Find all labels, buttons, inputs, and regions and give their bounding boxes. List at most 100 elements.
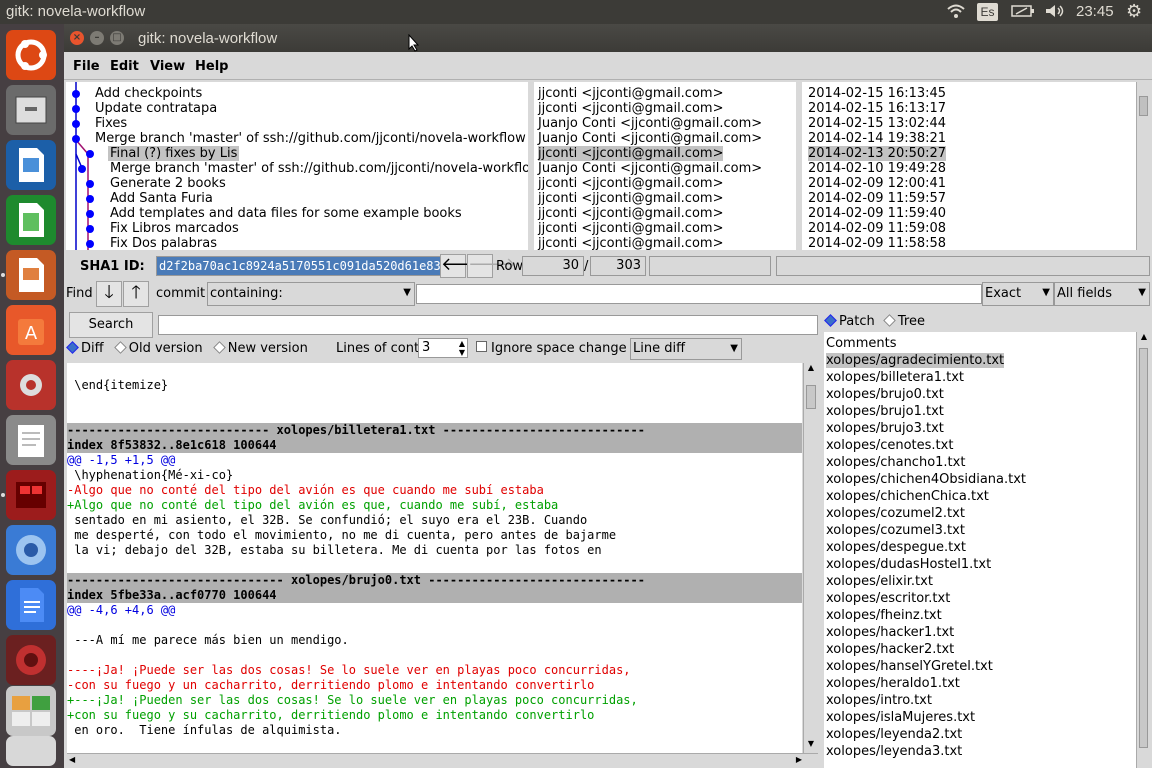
tree-radio[interactable]: Tree <box>882 314 925 329</box>
match-mode-dropdown[interactable]: Exact ▼ <box>982 282 1054 306</box>
file-list-item[interactable]: xolopes/hacker1.txt <box>826 624 1136 641</box>
find-up-arrow-button[interactable]: 🡑 <box>123 281 149 307</box>
search-button[interactable]: Search <box>69 312 153 338</box>
diff-mode-dropdown[interactable]: Line diff ▼ <box>630 338 742 360</box>
file-list-item[interactable]: xolopes/hacker2.txt <box>826 641 1136 658</box>
date-row[interactable]: 2014-02-15 13:02:44 <box>808 116 1136 131</box>
menu-file[interactable]: File <box>73 59 100 74</box>
volume-icon[interactable] <box>1044 2 1066 24</box>
wifi-icon[interactable] <box>946 2 966 24</box>
file-list-item[interactable]: xolopes/billetera1.txt <box>826 369 1136 386</box>
diff-radio[interactable]: Diff <box>66 341 104 356</box>
scroll-down-icon[interactable]: ▼ <box>805 739 817 753</box>
file-list-item[interactable]: xolopes/chancho1.txt <box>826 454 1136 471</box>
text-editor-icon[interactable] <box>6 415 56 465</box>
file-list-item[interactable]: xolopes/cenotes.txt <box>826 437 1136 454</box>
software-center-icon[interactable]: A <box>6 305 56 355</box>
find-down-arrow-button[interactable]: 🡓 <box>96 281 122 307</box>
file-list-item[interactable]: xolopes/chichenChica.txt <box>826 488 1136 505</box>
file-list-scrollbar[interactable]: ▲ <box>1136 332 1150 768</box>
new-version-radio[interactable]: New version <box>212 341 308 356</box>
find-type-dropdown[interactable]: containing: ▼ <box>207 282 415 306</box>
date-row[interactable]: 2014-02-13 20:50:27 <box>808 146 1136 161</box>
comments-item[interactable]: Comments <box>826 335 1136 352</box>
scroll-up-icon[interactable]: ▲ <box>805 363 817 377</box>
date-row[interactable]: 2014-02-09 11:58:58 <box>808 236 1136 250</box>
system-settings-icon[interactable] <box>6 360 56 410</box>
docs-icon[interactable] <box>6 580 56 630</box>
author-row[interactable]: Juanjo Conti <jjconti@gmail.com> <box>538 131 796 146</box>
author-row[interactable]: jjconti <jjconti@gmail.com> <box>538 236 796 250</box>
file-list-item[interactable]: xolopes/cozumel3.txt <box>826 522 1136 539</box>
date-row[interactable]: 2014-02-09 11:59:57 <box>808 191 1136 206</box>
author-row[interactable]: Juanjo Conti <jjconti@gmail.com> <box>538 116 796 131</box>
menu-help[interactable]: Help <box>195 59 228 74</box>
commit-row[interactable]: Merge branch 'master' of ssh://github.co… <box>66 131 528 146</box>
file-list-item[interactable]: xolopes/leyenda2.txt <box>826 726 1136 743</box>
file-list-item[interactable]: xolopes/brujo0.txt <box>826 386 1136 403</box>
file-list-item[interactable]: xolopes/brujo1.txt <box>826 403 1136 420</box>
find-input[interactable] <box>416 284 982 304</box>
commit-row[interactable]: Add checkpoints <box>66 86 528 101</box>
commit-row[interactable]: Add Santa Furia <box>66 191 528 206</box>
chromium-icon[interactable] <box>6 525 56 575</box>
context-spinbox[interactable]: 3 ▲ ▼ <box>418 338 468 358</box>
commit-row[interactable]: Add templates and data files for some ex… <box>66 206 528 221</box>
file-list-item[interactable]: xolopes/heraldo1.txt <box>826 675 1136 692</box>
ignore-space-checkbox[interactable] <box>476 341 487 352</box>
forward-arrow-button[interactable]: 🡒 <box>467 254 516 278</box>
date-row[interactable]: 2014-02-09 12:00:41 <box>808 176 1136 191</box>
clock[interactable]: 23:45 <box>1076 3 1114 20</box>
file-list-item[interactable]: xolopes/escritor.txt <box>826 590 1136 607</box>
battery-icon[interactable] <box>1011 2 1035 24</box>
fields-dropdown[interactable]: All fields ▼ <box>1054 282 1150 306</box>
commit-row[interactable]: Merge branch 'master' of ssh://github.co… <box>66 161 528 176</box>
search-input[interactable] <box>158 315 818 335</box>
scroll-left-icon[interactable]: ◀ <box>69 755 75 764</box>
author-row[interactable]: jjconti <jjconti@gmail.com> <box>538 101 796 116</box>
maximize-icon[interactable]: □ <box>110 31 124 45</box>
commit-row[interactable]: Fix Libros marcados <box>66 221 528 236</box>
commit-row[interactable]: Generate 2 books <box>66 176 528 191</box>
old-version-radio[interactable]: Old version <box>113 341 203 356</box>
file-list-item[interactable]: xolopes/cozumel2.txt <box>826 505 1136 522</box>
calc-icon[interactable] <box>6 195 56 245</box>
file-list-item[interactable]: xolopes/hanselYGretel.txt <box>826 658 1136 675</box>
author-row[interactable]: jjconti <jjconti@gmail.com> <box>538 86 796 101</box>
scroll-up-icon[interactable]: ▲ <box>1138 332 1150 346</box>
file-list-item[interactable]: xolopes/elixir.txt <box>826 573 1136 590</box>
diff-scroll-thumb[interactable] <box>806 385 816 409</box>
writer-icon[interactable] <box>6 140 56 190</box>
commit-row[interactable]: Fixes <box>66 116 528 131</box>
file-list-item[interactable]: xolopes/intro.txt <box>826 692 1136 709</box>
scroll-right-icon[interactable]: ▶ <box>796 755 802 764</box>
commit-row[interactable]: Update contratapa <box>66 101 528 116</box>
file-list-item[interactable]: xolopes/dudasHostel1.txt <box>826 556 1136 573</box>
author-row[interactable]: jjconti <jjconti@gmail.com> <box>538 206 796 221</box>
diff-scrollbar[interactable]: ▲ ▼ <box>803 363 818 753</box>
author-row[interactable]: Juanjo Conti <jjconti@gmail.com> <box>538 161 796 176</box>
date-row[interactable]: 2014-02-09 11:59:08 <box>808 221 1136 236</box>
author-row[interactable]: jjconti <jjconti@gmail.com> <box>538 146 796 161</box>
file-list-item[interactable]: xolopes/fheinz.txt <box>826 607 1136 624</box>
app-icon[interactable] <box>6 635 56 685</box>
author-row[interactable]: jjconti <jjconti@gmail.com> <box>538 191 796 206</box>
date-row[interactable]: 2014-02-15 16:13:17 <box>808 101 1136 116</box>
menu-view[interactable]: View <box>150 59 185 74</box>
menu-edit[interactable]: Edit <box>110 59 139 74</box>
gear-icon[interactable]: ⚙ <box>1126 1 1142 22</box>
author-row[interactable]: jjconti <jjconti@gmail.com> <box>538 221 796 236</box>
sha1-field[interactable]: d2f2ba70ac1c8924a5170551c091da520d61e83f <box>156 256 441 276</box>
diff-view[interactable]: \end{itemize} ---------------------------… <box>67 363 802 753</box>
impress-icon[interactable] <box>6 250 56 300</box>
commit-row[interactable]: Final (?) fixes by Lis <box>66 146 528 161</box>
date-row[interactable]: 2014-02-15 16:13:45 <box>808 86 1136 101</box>
gitk-icon[interactable] <box>6 470 56 520</box>
minimize-icon[interactable]: – <box>90 31 104 45</box>
workspace-switcher-icon[interactable] <box>6 686 56 736</box>
spinner-arrows-icon[interactable]: ▲ ▼ <box>459 339 465 357</box>
file-scroll-thumb[interactable] <box>1139 348 1148 748</box>
file-list-item[interactable]: xolopes/despegue.txt <box>826 539 1136 556</box>
file-list-item[interactable]: xolopes/leyenda3.txt <box>826 743 1136 760</box>
commit-list-scrollbar[interactable] <box>1136 82 1150 250</box>
